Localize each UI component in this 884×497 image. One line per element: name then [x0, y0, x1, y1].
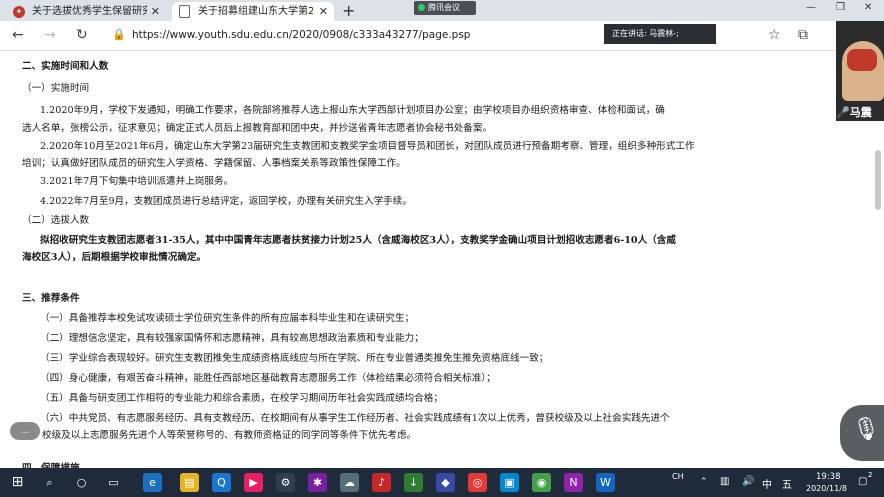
participant-video[interactable]: 🎤马震	[836, 21, 884, 121]
tab-selection-notice[interactable]: ✦ 关于选拔优秀学生保留研究生入学资格 ✕	[6, 2, 166, 21]
mute-button[interactable]: 🎙	[840, 405, 884, 461]
list-item: 校级及以上志愿服务先进个人等荣誉称号的、有教师资格证的同学同等条件下优先考虑。	[42, 430, 417, 441]
task-view-icon[interactable]: ▭	[104, 473, 123, 492]
search-icon[interactable]: ⌕	[40, 473, 59, 492]
onenote-icon[interactable]: N	[564, 473, 583, 492]
clock-time[interactable]: 19:38	[816, 472, 841, 482]
list-item: （五）具备与研支团工作相符的专业能力和综合素质，在校学习期间历年社会实践成绩均合…	[40, 393, 443, 404]
cloud-app-icon[interactable]: ☁	[340, 473, 359, 492]
chat-dots-label: ...	[20, 426, 30, 436]
forward-icon[interactable]: →	[44, 27, 56, 43]
paragraph-line: 1.2020年9月，学校下发通知，明确工作要求，各院部将推荐人选上报山东大学西部…	[40, 105, 665, 116]
speaking-label: 正在讲话: 马震林-;	[612, 29, 679, 38]
chrome-icon[interactable]: ◎	[468, 473, 487, 492]
cortana-icon[interactable]: ○	[72, 473, 91, 492]
close-icon[interactable]: ✕	[151, 2, 160, 21]
page-content: 二、实施时间和人数 （一）实施时间 1.2020年9月，学校下发通知，明确工作要…	[0, 50, 835, 468]
notification-count: 2	[868, 471, 873, 479]
qq-icon[interactable]: Q	[212, 473, 231, 492]
windows-start-icon[interactable]: ⊞	[8, 473, 27, 492]
wechat-icon[interactable]: ◉	[532, 473, 551, 492]
download-app-icon[interactable]: ↓	[404, 473, 423, 492]
reload-icon[interactable]: ↻	[76, 27, 88, 43]
paragraph-line: 2.2020年10月至2021年6月，确定山东大学第23届研究生支教团和支教奖学…	[40, 141, 695, 152]
list-item: （四）身心健康，有艰苦奋斗精神，能胜任西部地区基础教育志愿服务工作（体检结果必须…	[40, 373, 496, 384]
chat-button[interactable]: ...	[10, 422, 40, 440]
subsection-heading: （一）实施时间	[22, 83, 90, 94]
lock-icon: 🔒	[112, 28, 126, 41]
paragraph-line: 拟招收研究生支教团志愿者31-35人，其中中国青年志愿者扶贫接力计划25人（含威…	[40, 235, 676, 246]
browser-tab-bar: ✦ 关于选拔优秀学生保留研究生入学资格 ✕ 关于招募组建山东大学第23届研究生支…	[0, 0, 884, 21]
app-badge-icon: ✦	[13, 6, 25, 18]
minimize-icon[interactable]: —	[806, 2, 816, 13]
paragraph-line: 4.2022年7月至9月，支教团成员进行总结评定，返回学校，办理有关研究生入学手…	[40, 196, 412, 207]
subsection-heading: （二）选拔人数	[22, 215, 90, 226]
status-dot-icon	[418, 4, 425, 11]
mic-muted-icon: 🎙	[852, 417, 880, 442]
close-window-icon[interactable]: ✕	[864, 2, 872, 13]
tab-label: 关于招募组建山东大学第23届研究生支教团	[198, 6, 313, 17]
paragraph-line: 培训；认真做好团队成员的研究生入学资格、学籍保留、人事档案关系等政策性保障工作。	[22, 158, 406, 169]
ime-mode[interactable]: 中	[762, 476, 772, 491]
game-app-icon[interactable]: ✱	[308, 473, 327, 492]
scrollbar-thumb[interactable]	[875, 150, 881, 210]
tray-chevron-icon[interactable]: ⌃	[700, 477, 708, 487]
paragraph-line: 3.2021年7月下旬集中培训派遣并上岗服务。	[40, 176, 234, 187]
section-heading: 三、推荐条件	[22, 293, 80, 304]
mask-icon	[847, 49, 877, 71]
tab-recruitment-notice[interactable]: 关于招募组建山东大学第23届研究生支教团 ✕	[172, 2, 334, 21]
volume-icon[interactable]: 🔊	[742, 476, 754, 487]
music-app-icon[interactable]: ♪	[372, 473, 391, 492]
input-language[interactable]: CH	[672, 472, 684, 481]
clock-date[interactable]: 2020/11/8	[806, 484, 847, 493]
meeting-badge[interactable]: 腾讯会议	[414, 1, 476, 15]
word-icon[interactable]: W	[596, 473, 615, 492]
page-icon	[179, 5, 190, 18]
participant-name: 🎤马震	[836, 105, 884, 121]
tencent-meeting-icon[interactable]: ◆	[436, 473, 455, 492]
mic-icon: 🎤	[836, 106, 850, 119]
list-item: （二）理想信念坚定，具有较强家国情怀和志愿精神，具有较高思想政治素质和专业能力；	[40, 333, 424, 344]
list-item: （三）学业综合表现较好。研究生支教团推免生成绩资格底线应与所在学院、所在专业普通…	[40, 353, 549, 364]
list-item: （六）中共党员、有志愿服务经历、具有支教经历、在校期间有从事学生工作经历者、社会…	[40, 413, 670, 424]
address-bar[interactable]: https://www.youth.sdu.edu.cn/2020/0908/c…	[132, 29, 470, 41]
meeting-badge-label: 腾讯会议	[428, 3, 460, 12]
ime-indicator[interactable]: 五	[782, 476, 792, 491]
taskbar: ⊞ ⌕ ○ ▭ e ▤ Q ▶ ⚙ ✱ ☁ ♪ ↓ ◆ ◎ ▣ ◉ N W CH…	[0, 468, 884, 497]
steam-icon[interactable]: ⚙	[276, 473, 295, 492]
new-tab-button[interactable]: +	[342, 0, 355, 21]
speaking-indicator: 正在讲话: 马震林-;	[604, 24, 716, 44]
video-app-icon[interactable]: ▣	[500, 473, 519, 492]
notifications-icon[interactable]: ▢	[858, 476, 867, 487]
edge-icon[interactable]: e	[143, 473, 162, 492]
section-heading: 二、实施时间和人数	[22, 61, 109, 72]
tab-label: 关于选拔优秀学生保留研究生入学资格	[32, 6, 147, 17]
media-app-icon[interactable]: ▶	[244, 473, 263, 492]
network-icon[interactable]: ▥	[720, 476, 729, 487]
back-icon[interactable]: ←	[12, 27, 24, 43]
restore-icon[interactable]: ❐	[836, 2, 845, 13]
favorites-icon[interactable]: ☆	[768, 27, 781, 43]
list-item: （一）具备推荐本校免试攻读硕士学位研究生条件的所有应届本科毕业生和在读研究生；	[40, 313, 415, 324]
close-icon[interactable]: ✕	[319, 2, 328, 21]
file-explorer-icon[interactable]: ▤	[180, 473, 199, 492]
collections-icon[interactable]: ⧉	[798, 27, 808, 43]
participant-name-label: 马震	[849, 106, 872, 119]
paragraph-line: 选人名单，张榜公示，征求意见；确定正式人员后上报教育部和团中央，并抄送省青年志愿…	[22, 123, 493, 134]
section-heading: 四、保障措施	[22, 460, 80, 468]
browser-toolbar: ← → ↻ 🔒 https://www.youth.sdu.edu.cn/202…	[0, 21, 884, 51]
paragraph-line: 海校区3人），后期根据学校审批情况确定。	[22, 252, 207, 263]
